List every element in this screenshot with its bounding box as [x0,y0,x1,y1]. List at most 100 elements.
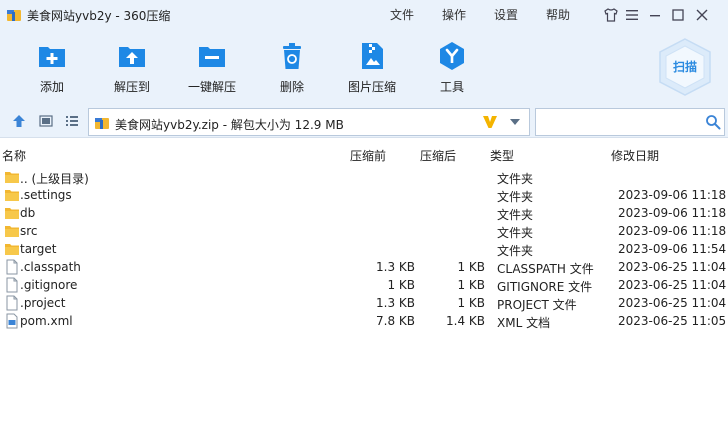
file-row[interactable]: .classpath 1.3 KB 1 KB CLASSPATH 文件 2023-06-… [0,258,728,276]
minimize-button[interactable] [645,5,665,25]
file-type: CLASSPATH 文件 [497,262,594,276]
add-label: 添加 [39,80,64,94]
up-arrow-icon[interactable] [11,113,27,129]
file-name: .gitignore [20,278,78,292]
file-icon [6,259,18,275]
file-size-before: 1.3 KB [376,296,415,310]
menu-file[interactable]: 文件 [390,6,414,23]
menu-settings[interactable]: 设置 [494,6,518,23]
file-date: 2023-06-25 11:04 [618,260,727,274]
column-packed[interactable]: 压缩后 [420,147,456,164]
shirt-icon [604,8,618,22]
title-bar: 美食网站yvb2y - 360压缩 文件 操作 设置 帮助 [0,0,728,30]
tools-label: 工具 [439,80,464,94]
folder-icon [5,226,19,237]
search-input[interactable] [540,113,700,131]
delete-button[interactable]: 删除 [252,38,332,96]
file-size-before: 1.3 KB [376,260,415,274]
image-compress-button[interactable]: 图片压缩 [332,38,412,96]
file-row[interactable]: pom.xml 7.8 KB 1.4 KB XML 文档 2023-06-25 11:0… [0,312,728,330]
column-date[interactable]: 修改日期 [611,147,659,164]
zip-file-icon [95,118,109,129]
column-header: 名称 压缩前 压缩后 类型 修改日期 [0,145,728,165]
close-button[interactable] [692,5,712,25]
address-row: 美食网站yvb2y.zip - 解包大小为 12.9 MB [0,104,728,138]
file-size-before: 7.8 KB [376,314,415,328]
file-row[interactable]: .settings 文件夹 2023-09-06 11:18 [0,186,728,204]
menu-dropdown-button[interactable] [622,5,642,25]
one-click-extract-label: 一键解压 [187,80,236,94]
file-name: .project [20,296,66,310]
file-list: .. (上级目录) 文件夹 .settings 文件夹 2023-09-06 11:18… [0,168,728,330]
minimize-icon [650,15,660,17]
folder-icon [5,244,19,255]
file-type: PROJECT 文件 [497,298,577,312]
list-view-icon[interactable] [64,113,80,129]
top-area: 美食网站yvb2y - 360压缩 文件 操作 设置 帮助 添加 解压到 一键解… [0,0,728,104]
file-type: 文件夹 [497,190,534,204]
search-box[interactable] [535,108,725,136]
file-row[interactable]: db 文件夹 2023-09-06 11:18 [0,204,728,222]
file-type: 文件夹 [497,226,534,240]
file-row[interactable]: .project 1.3 KB 1 KB PROJECT 文件 2023-06-25 1… [0,294,728,312]
file-size-before: 1 KB [387,278,415,292]
extract-to-icon [119,47,145,67]
file-row[interactable]: .. (上级目录) 文件夹 [0,168,728,186]
file-type: GITIGNORE 文件 [497,280,593,294]
folder-icon [5,208,19,219]
address-bar[interactable]: 美食网站yvb2y.zip - 解包大小为 12.9 MB [88,108,530,136]
address-text: 美食网站yvb2y.zip - 解包大小为 12.9 MB [115,118,344,132]
file-name: .classpath [20,260,81,274]
file-type: XML 文档 [497,316,551,330]
xml-file-icon [6,313,18,329]
file-size-after: 1.4 KB [446,314,485,328]
file-type: 文件夹 [497,172,534,186]
tools-button[interactable]: 工具 [412,38,492,96]
search-icon[interactable] [705,114,721,130]
app-zip-icon [7,10,21,21]
file-date: 2023-06-25 11:04 [618,296,727,310]
hamburger-icon [626,10,638,20]
file-size-after: 1 KB [457,296,485,310]
column-compressed[interactable]: 压缩前 [350,147,386,164]
file-row[interactable]: src 文件夹 2023-09-06 11:18 [0,222,728,240]
file-row[interactable]: .gitignore 1 KB 1 KB GITIGNORE 文件 2023-06-25… [0,276,728,294]
folder-icon [5,190,19,201]
file-row[interactable]: target 文件夹 2023-09-06 11:54 [0,240,728,258]
file-date: 2023-06-25 11:04 [618,278,727,292]
file-date: 2023-06-25 11:05 [618,314,727,328]
add-button[interactable]: 添加 [12,38,92,96]
file-icon [6,277,18,293]
column-name[interactable]: 名称 [2,147,26,164]
image-compress-icon [362,43,383,69]
file-size-after: 1 KB [457,278,485,292]
image-compress-label: 图片压缩 [347,80,396,94]
one-click-extract-button[interactable]: 一键解压 [172,38,252,96]
file-date: 2023-09-06 11:18 [618,224,727,238]
file-name: .. (上级目录) [20,172,89,186]
file-date: 2023-09-06 11:18 [618,188,727,202]
file-name: .settings [20,188,72,202]
close-icon [696,9,708,21]
file-date: 2023-09-06 11:18 [618,206,727,220]
file-type: 文件夹 [497,244,534,258]
verified-v-icon[interactable] [481,113,499,131]
column-type[interactable]: 类型 [490,147,514,164]
file-name: pom.xml [20,314,73,328]
file-name: target [20,242,57,256]
file-icon [6,295,18,311]
tools-icon [440,42,464,70]
extract-to-button[interactable]: 解压到 [92,38,172,96]
menu-operation[interactable]: 操作 [442,6,466,23]
maximize-button[interactable] [668,5,688,25]
menu-help[interactable]: 帮助 [546,6,570,23]
folder-icon [5,172,19,183]
skin-button[interactable] [601,5,621,25]
chevron-down-icon[interactable] [508,115,522,129]
scan-button[interactable]: 扫描 [655,36,715,98]
file-name: db [20,206,36,220]
detail-view-icon[interactable] [38,113,54,129]
file-size-after: 1 KB [457,260,485,274]
one-click-extract-icon [199,47,225,67]
window-title: 美食网站yvb2y - 360压缩 [27,9,171,23]
